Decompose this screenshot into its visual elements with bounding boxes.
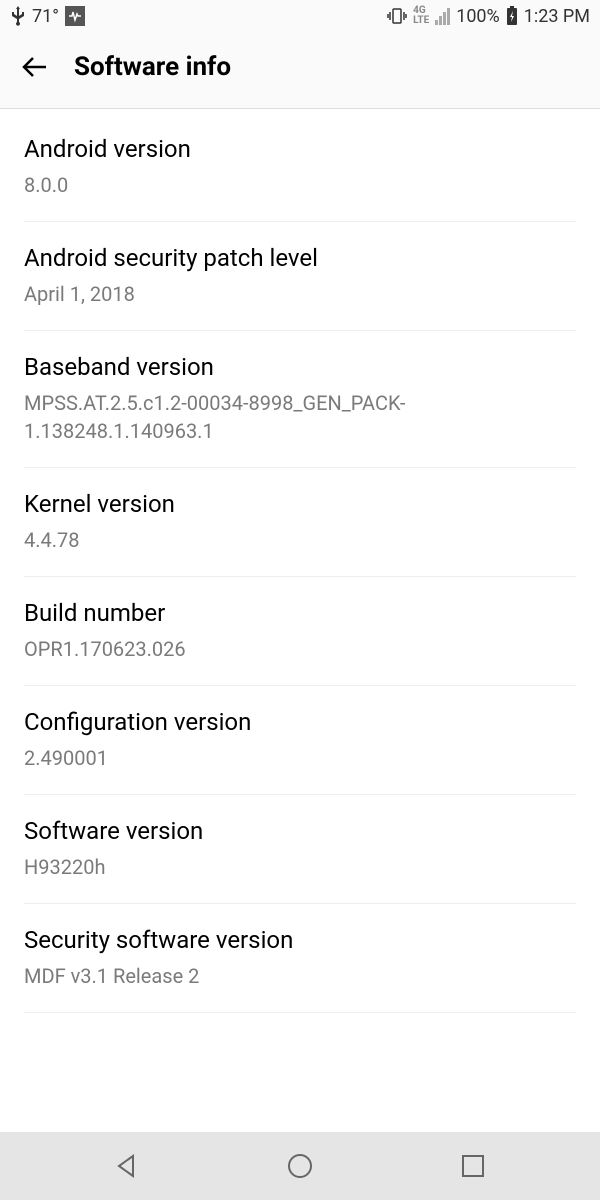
nav-home-button[interactable] (280, 1146, 320, 1186)
app-header: Software info (0, 32, 600, 109)
signal-icon (435, 8, 450, 25)
item-label: Kernel version (24, 490, 576, 518)
temperature: 71° (32, 6, 59, 27)
network-type-icon: 4GLTE (413, 6, 429, 26)
nav-recent-button[interactable] (453, 1146, 493, 1186)
list-item-security-patch[interactable]: Android security patch level April 1, 20… (24, 222, 576, 331)
activity-icon (65, 6, 85, 26)
nav-back-button[interactable] (107, 1146, 147, 1186)
status-time: 1:23 PM (524, 6, 590, 27)
item-value: 2.490001 (24, 744, 576, 772)
list-item-configuration[interactable]: Configuration version 2.490001 (24, 686, 576, 795)
battery-charging-icon (506, 6, 518, 26)
item-label: Build number (24, 599, 576, 627)
list-item-baseband[interactable]: Baseband version MPSS.AT.2.5.c1.2-00034-… (24, 331, 576, 468)
item-label: Configuration version (24, 708, 576, 736)
list-item-android-version[interactable]: Android version 8.0.0 (24, 109, 576, 222)
item-value: MPSS.AT.2.5.c1.2-00034-8998_GEN_PACK-1.1… (24, 389, 576, 445)
item-value: April 1, 2018 (24, 280, 576, 308)
list-item-software-version[interactable]: Software version H93220h (24, 795, 576, 904)
status-bar: 71° 4GLTE 100% (0, 0, 600, 32)
list-item-security-software[interactable]: Security software version MDF v3.1 Relea… (24, 904, 576, 1013)
list-item-build-number[interactable]: Build number OPR1.170623.026 (24, 577, 576, 686)
vibrate-icon (387, 8, 407, 24)
status-left: 71° (10, 6, 85, 27)
back-button[interactable] (20, 52, 50, 82)
item-value: MDF v3.1 Release 2 (24, 962, 576, 990)
status-right: 4GLTE 100% 1:23 PM (387, 6, 590, 27)
item-value: OPR1.170623.026 (24, 635, 576, 663)
page-title: Software info (74, 52, 231, 82)
item-label: Baseband version (24, 353, 576, 381)
list-item-kernel[interactable]: Kernel version 4.4.78 (24, 468, 576, 577)
navigation-bar (0, 1132, 600, 1200)
battery-percent: 100% (456, 6, 500, 27)
item-label: Software version (24, 817, 576, 845)
item-label: Android security patch level (24, 244, 576, 272)
usb-icon (10, 6, 26, 26)
item-value: H93220h (24, 853, 576, 881)
settings-list: Android version 8.0.0 Android security p… (0, 109, 600, 1132)
item-value: 4.4.78 (24, 526, 576, 554)
item-label: Android version (24, 135, 576, 163)
item-value: 8.0.0 (24, 171, 576, 199)
item-label: Security software version (24, 926, 576, 954)
